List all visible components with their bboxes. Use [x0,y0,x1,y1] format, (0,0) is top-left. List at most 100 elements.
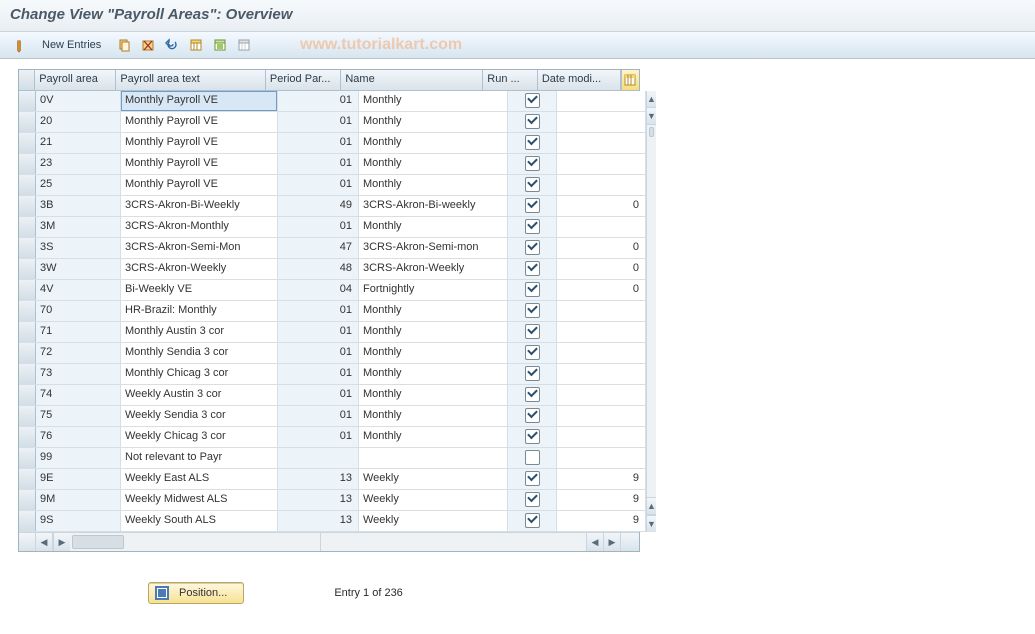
row-selector[interactable] [19,133,36,153]
cell-name[interactable]: Fortnightly [359,280,508,300]
cell-name[interactable]: Monthly [359,385,508,405]
cell-name[interactable]: Monthly [359,91,508,111]
row-selector[interactable] [19,217,36,237]
select-all-icon[interactable] [187,36,205,54]
row-selector[interactable] [19,364,36,384]
row-selector[interactable] [19,175,36,195]
cell-period-par[interactable]: 01 [278,385,359,405]
col-header-run[interactable]: Run ... [483,70,538,90]
cell-payroll-area[interactable]: 99 [36,448,121,468]
row-selector[interactable] [19,301,36,321]
cell-payroll-area-text[interactable]: HR-Brazil: Monthly [121,301,278,321]
cell-date-modi[interactable] [557,217,646,237]
row-selector[interactable] [19,112,36,132]
cell-run[interactable] [508,448,557,468]
cell-period-par[interactable]: 01 [278,322,359,342]
cell-name[interactable]: Monthly [359,427,508,447]
cell-run[interactable] [508,238,557,258]
cell-name[interactable]: Monthly [359,343,508,363]
vscroll-thumb[interactable] [649,127,654,137]
horizontal-scrollbar[interactable]: ◀ ▶ ◀ ▶ [19,532,639,551]
row-selector[interactable] [19,322,36,342]
cell-payroll-area-text[interactable]: Weekly Midwest ALS [121,490,278,510]
cell-period-par[interactable]: 13 [278,511,359,531]
cell-period-par[interactable]: 01 [278,406,359,426]
cell-payroll-area-text[interactable]: Weekly Chicag 3 cor [121,427,278,447]
row-selector[interactable] [19,469,36,489]
cell-payroll-area-text[interactable]: Not relevant to Payr [121,448,278,468]
hscroll-right-step-icon[interactable]: ▶ [53,533,70,551]
cell-payroll-area[interactable]: 76 [36,427,121,447]
run-checkbox[interactable] [525,282,540,297]
cell-payroll-area[interactable]: 71 [36,322,121,342]
run-checkbox[interactable] [525,324,540,339]
col-header-payroll-area-text[interactable]: Payroll area text [116,70,266,90]
cell-payroll-area-text[interactable]: Monthly Sendia 3 cor [121,343,278,363]
cell-period-par[interactable]: 49 [278,196,359,216]
cell-run[interactable] [508,427,557,447]
cell-run[interactable] [508,301,557,321]
row-selector[interactable] [19,280,36,300]
run-checkbox[interactable] [525,345,540,360]
row-selector[interactable] [19,91,36,111]
cell-run[interactable] [508,511,557,531]
run-checkbox[interactable] [525,219,540,234]
cell-period-par[interactable]: 47 [278,238,359,258]
cell-run[interactable] [508,322,557,342]
cell-payroll-area[interactable]: 72 [36,343,121,363]
cell-run[interactable] [508,364,557,384]
col-header-name[interactable]: Name [341,70,483,90]
cell-date-modi[interactable] [557,406,646,426]
cell-name[interactable]: Monthly [359,112,508,132]
row-selector[interactable] [19,385,36,405]
cell-date-modi[interactable] [557,385,646,405]
cell-period-par[interactable]: 01 [278,301,359,321]
cell-date-modi[interactable] [557,91,646,111]
run-checkbox[interactable] [525,366,540,381]
undo-change-icon[interactable] [163,36,181,54]
cell-run[interactable] [508,91,557,111]
delete-icon[interactable] [139,36,157,54]
cell-period-par[interactable] [278,448,359,468]
cell-date-modi[interactable]: 0 [557,196,646,216]
cell-name[interactable]: 3CRS-Akron-Bi-weekly [359,196,508,216]
scroll-down-icon[interactable]: ▼ [647,515,656,532]
cell-run[interactable] [508,406,557,426]
cell-date-modi[interactable] [557,322,646,342]
cell-payroll-area-text[interactable]: Weekly Sendia 3 cor [121,406,278,426]
scroll-up-icon[interactable]: ▲ [647,91,656,108]
row-selector[interactable] [19,427,36,447]
cell-payroll-area-text[interactable]: Bi-Weekly VE [121,280,278,300]
scroll-down-step-icon[interactable]: ▼ [647,108,656,125]
run-checkbox[interactable] [525,240,540,255]
cell-payroll-area-text[interactable]: 3CRS-Akron-Bi-Weekly [121,196,278,216]
cell-payroll-area[interactable]: 74 [36,385,121,405]
cell-name[interactable]: Weekly [359,490,508,510]
row-selector[interactable] [19,196,36,216]
cell-date-modi[interactable]: 9 [557,511,646,531]
run-checkbox[interactable] [525,135,540,150]
vscroll-track[interactable] [647,125,656,497]
cell-date-modi[interactable]: 0 [557,238,646,258]
cell-payroll-area-text[interactable]: Monthly Payroll VE [121,112,278,132]
cell-period-par[interactable]: 13 [278,490,359,510]
run-checkbox[interactable] [525,114,540,129]
row-selector[interactable] [19,154,36,174]
cell-payroll-area-text[interactable]: 3CRS-Akron-Weekly [121,259,278,279]
cell-payroll-area[interactable]: 25 [36,175,121,195]
cell-date-modi[interactable] [557,154,646,174]
run-checkbox[interactable] [525,156,540,171]
cell-payroll-area-text[interactable]: Monthly Payroll VE [121,133,278,153]
cell-name[interactable] [359,448,508,468]
row-selector[interactable] [19,238,36,258]
cell-period-par[interactable]: 01 [278,343,359,363]
cell-payroll-area[interactable]: 75 [36,406,121,426]
cell-run[interactable] [508,112,557,132]
cell-name[interactable]: Monthly [359,154,508,174]
cell-period-par[interactable]: 04 [278,280,359,300]
cell-payroll-area-text[interactable]: 3CRS-Akron-Monthly [121,217,278,237]
cell-payroll-area[interactable]: 0V [36,91,121,111]
cell-name[interactable]: Monthly [359,301,508,321]
cell-date-modi[interactable]: 0 [557,259,646,279]
cell-run[interactable] [508,196,557,216]
